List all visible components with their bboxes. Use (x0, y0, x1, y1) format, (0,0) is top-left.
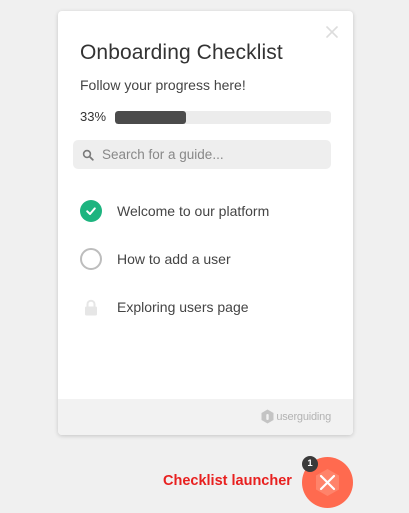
checklist-item-users-page[interactable]: Exploring users page (80, 294, 330, 320)
item-status (80, 296, 102, 318)
progress-bar-fill (115, 111, 187, 124)
userguiding-logo-icon (261, 409, 274, 424)
progress-percent: 33% (80, 109, 107, 124)
checklist-item-welcome[interactable]: Welcome to our platform (80, 198, 330, 224)
checklist-item-label: Exploring users page (117, 299, 249, 315)
checklist-item-add-user[interactable]: How to add a user (80, 246, 330, 272)
launcher-annotation: Checklist launcher (163, 473, 292, 489)
checklist-item-label: How to add a user (117, 251, 231, 267)
lock-icon (85, 299, 97, 315)
checklist-title: Onboarding Checklist (80, 41, 283, 64)
close-icon[interactable] (323, 23, 341, 41)
notification-badge: 1 (302, 456, 318, 472)
checklist-item-label: Welcome to our platform (117, 203, 270, 219)
empty-circle-icon (80, 248, 102, 270)
onboarding-checklist-panel: Onboarding Checklist Follow your progres… (58, 11, 353, 435)
panel-footer: userguiding (58, 399, 353, 435)
progress-bar (115, 111, 331, 124)
brand-name: userguiding (276, 410, 331, 423)
close-icon (319, 474, 336, 491)
check-icon (80, 200, 102, 222)
checklist-subtitle: Follow your progress here! (80, 77, 246, 93)
search-input[interactable] (102, 147, 322, 162)
guide-search (73, 140, 331, 169)
item-status (80, 248, 102, 270)
item-status (80, 200, 102, 222)
search-icon (82, 149, 94, 161)
brand-logo[interactable]: userguiding (261, 409, 331, 424)
